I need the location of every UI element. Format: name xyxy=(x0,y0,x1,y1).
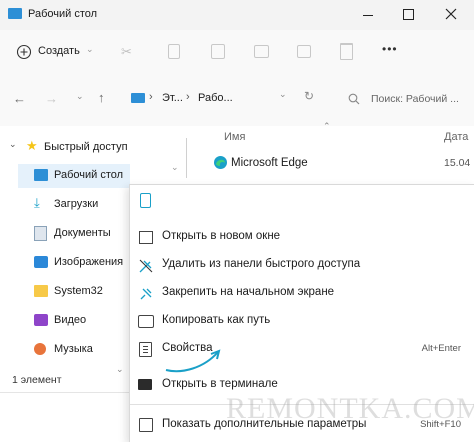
delete-icon[interactable] xyxy=(340,43,353,60)
search-box[interactable]: Поиск: Рабочий ... xyxy=(342,86,474,112)
close-icon xyxy=(445,8,457,20)
plus-circle-icon xyxy=(16,44,32,60)
video-icon xyxy=(34,314,48,326)
sidebar-item-label: Изображения xyxy=(54,256,124,268)
menu-item-shortcut: Alt+Enter xyxy=(421,343,461,354)
menu-item-copy-path[interactable]: Копировать как путь xyxy=(130,307,474,335)
sidebar-item-music[interactable]: Музыка xyxy=(18,338,130,362)
expand-chevron-icon[interactable]: ⌄ xyxy=(9,139,17,150)
maximize-icon xyxy=(403,9,414,20)
navigation-pane: ⌄ ★ Быстрый доступ Рабочий стол ⤓ Загруз… xyxy=(0,126,130,376)
menu-item-label: Закрепить на начальном экране xyxy=(162,286,335,298)
up-arrow-icon[interactable]: ↑ xyxy=(98,90,105,105)
address-row: ← → ⌄ ↑ › Эт... › Рабо... ⌄ ↻ Поиск: Раб… xyxy=(0,74,474,126)
address-bar[interactable]: › Эт... › Рабо... ⌄ ↻ xyxy=(124,86,330,112)
sidebar-item-downloads[interactable]: ⤓ Загрузки xyxy=(18,193,130,217)
search-placeholder: Поиск: Рабочий ... xyxy=(371,93,459,105)
menu-item-unpin-quick-access[interactable]: Удалить из панели быстрого доступа xyxy=(130,251,474,279)
close-button[interactable] xyxy=(438,4,464,24)
menu-item-label: Открыть в терминале xyxy=(162,378,278,390)
sidebar-item-videos[interactable]: Видео xyxy=(18,309,130,333)
copy-icon[interactable] xyxy=(168,44,180,59)
menu-item-open-new-window[interactable]: Открыть в новом окне xyxy=(130,223,474,251)
breadcrumb-separator-icon: › xyxy=(186,91,190,103)
forward-arrow-icon[interactable]: → xyxy=(45,91,58,106)
column-header-name[interactable]: Имя xyxy=(224,131,245,143)
chevron-down-icon: ⌄ xyxy=(86,44,94,54)
sidebar-item-label: Рабочий стол xyxy=(54,169,124,181)
sidebar-item-documents[interactable]: Документы xyxy=(18,222,130,246)
more-options-icon xyxy=(139,418,153,432)
sort-chevron-icon: ⌃ xyxy=(323,121,331,131)
file-name: Microsoft Edge xyxy=(231,157,308,169)
pane-divider[interactable] xyxy=(186,138,187,178)
menu-item-label: Удалить из панели быстрого доступа xyxy=(162,258,361,270)
window-title: Рабочий стол xyxy=(28,8,98,20)
sidebar-item-label: System32 xyxy=(54,285,103,297)
share-icon[interactable] xyxy=(297,45,311,58)
back-arrow-icon[interactable]: ← xyxy=(13,91,26,106)
file-date: 15.04 xyxy=(444,157,471,169)
command-bar: Создать ⌄ ✂ ••• xyxy=(0,30,474,75)
pin-icon xyxy=(140,288,152,300)
status-divider xyxy=(0,392,130,393)
unpin-icon xyxy=(139,259,153,273)
more-options-button[interactable]: ••• xyxy=(382,42,398,56)
create-button[interactable]: Создать ⌄ xyxy=(14,41,100,63)
menu-item-label: Открыть в новом окне xyxy=(162,230,281,242)
breadcrumb-desktop[interactable]: Рабо... xyxy=(198,92,233,104)
rename-icon[interactable] xyxy=(254,45,269,58)
column-header-date[interactable]: Дата xyxy=(444,131,468,143)
sidebar-item-label: Музыка xyxy=(54,343,93,355)
properties-icon xyxy=(139,342,152,357)
paste-icon[interactable] xyxy=(211,44,225,59)
sidebar-item-label: Видео xyxy=(54,314,87,326)
search-icon xyxy=(348,93,360,105)
minimize-icon xyxy=(363,15,373,16)
chevron-down-icon: ⌄ xyxy=(171,162,179,172)
copy-icon[interactable] xyxy=(140,193,151,208)
sidebar-item-desktop[interactable]: Рабочий стол xyxy=(18,164,130,188)
desktop-folder-icon xyxy=(8,8,22,19)
cut-icon[interactable]: ✂ xyxy=(121,44,135,59)
minimize-button[interactable] xyxy=(355,6,381,24)
menu-item-pin-start[interactable]: Закрепить на начальном экране xyxy=(130,279,474,307)
create-label: Создать xyxy=(38,45,80,57)
maximize-button[interactable] xyxy=(395,6,421,24)
sidebar-item-pictures[interactable]: Изображения xyxy=(18,251,130,275)
terminal-icon xyxy=(138,379,152,390)
download-icon: ⤓ xyxy=(34,195,40,210)
address-chevron-icon[interactable]: ⌄ xyxy=(279,89,287,100)
history-chevron-icon[interactable]: ⌄ xyxy=(76,91,84,102)
breadcrumb-this-pc[interactable]: Эт... xyxy=(162,92,183,104)
desktop-icon xyxy=(34,169,48,181)
file-row[interactable]: Microsoft Edge 15.04 xyxy=(208,152,474,174)
menu-item-label: Копировать как путь xyxy=(162,314,271,326)
star-icon: ★ xyxy=(26,138,38,153)
path-icon xyxy=(138,315,154,328)
watermark: REMONTKA.COM xyxy=(226,392,474,425)
open-window-icon xyxy=(139,231,153,244)
pc-icon xyxy=(131,93,145,103)
sidebar-item-label: Загрузки xyxy=(54,198,99,210)
quick-access-label[interactable]: Быстрый доступ xyxy=(44,141,128,153)
title-bar: Рабочий стол xyxy=(0,0,474,30)
music-icon xyxy=(34,343,46,355)
folder-icon xyxy=(34,285,48,297)
refresh-icon[interactable]: ↻ xyxy=(304,89,314,103)
pictures-icon xyxy=(34,256,48,268)
breadcrumb-separator-icon: › xyxy=(149,91,153,103)
sidebar-item-system32[interactable]: System32 xyxy=(18,280,130,304)
sidebar-item-label: Документы xyxy=(54,227,111,239)
item-count: 1 элемент xyxy=(12,374,62,386)
edge-icon xyxy=(214,156,227,169)
document-icon xyxy=(34,226,47,241)
